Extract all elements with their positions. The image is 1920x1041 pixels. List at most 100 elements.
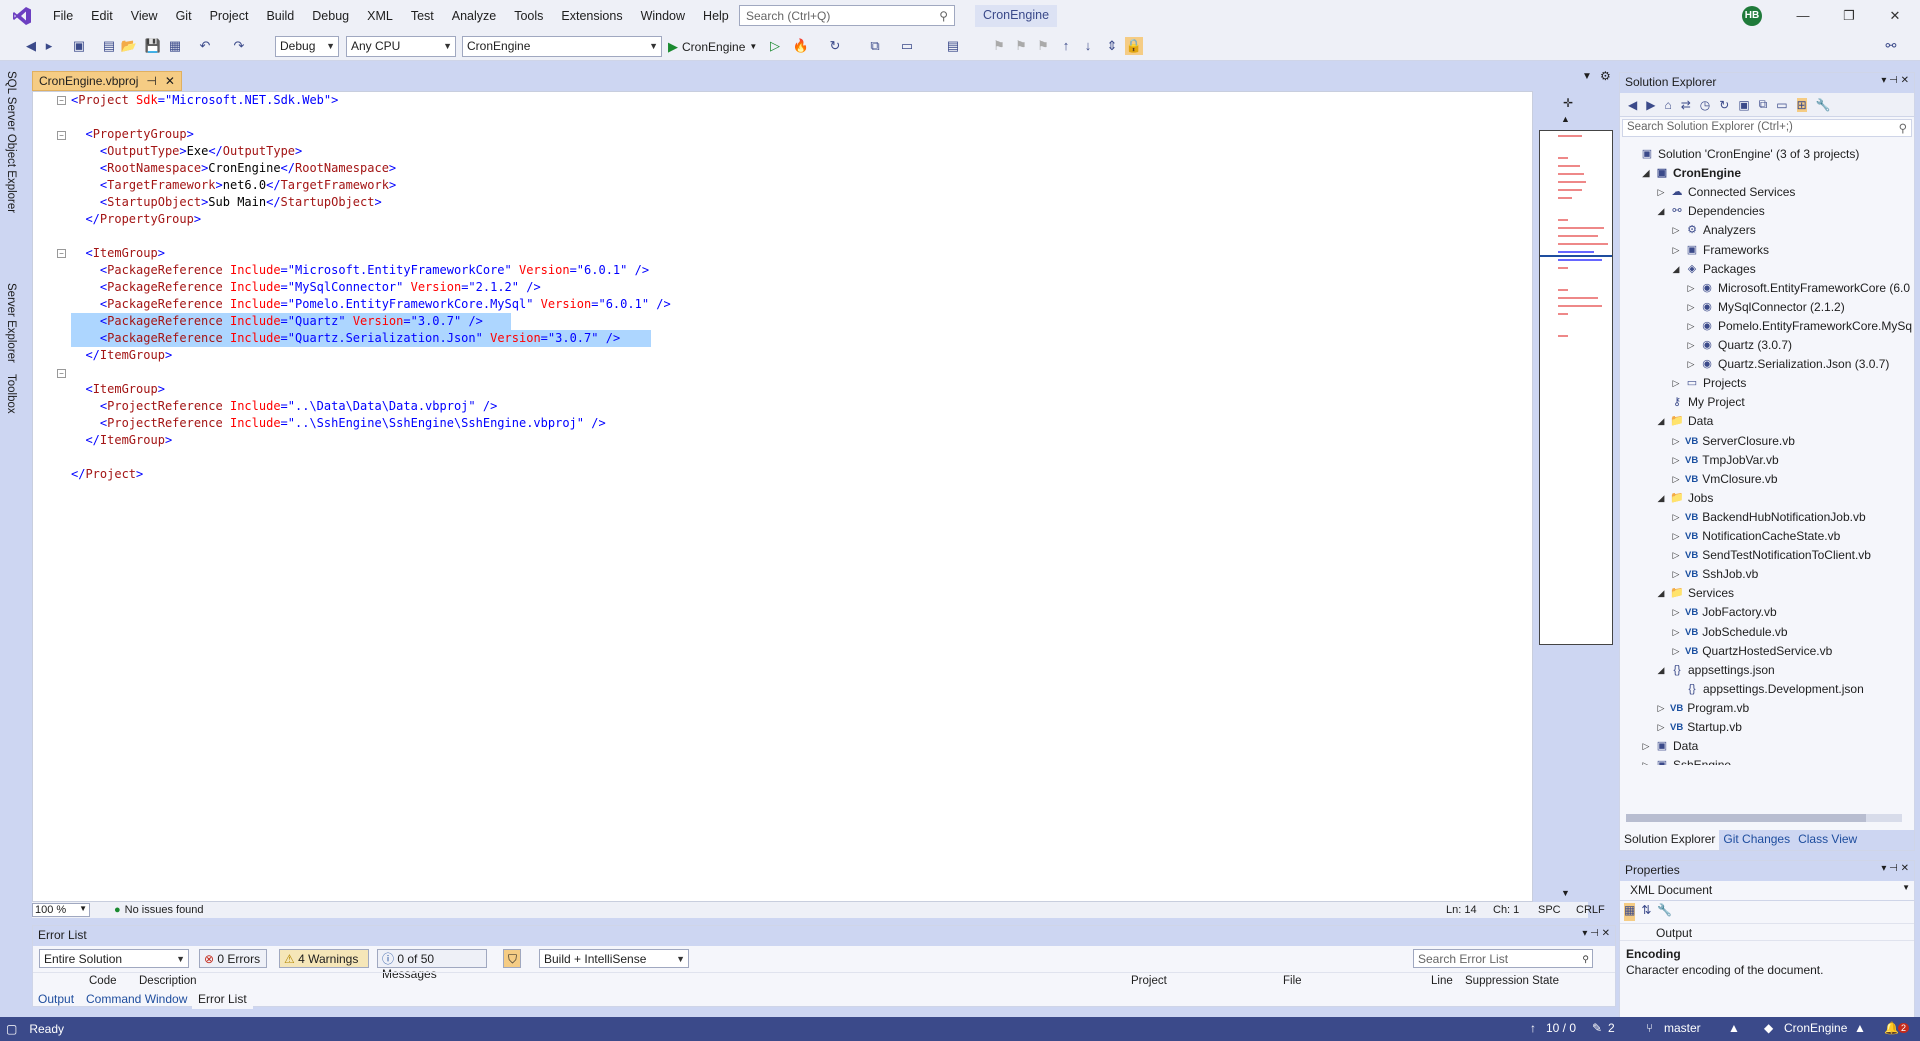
save-icon[interactable]: 💾 [144, 37, 162, 55]
collapsed-icon[interactable]: ▷ [1671, 374, 1681, 393]
tree-item-file[interactable]: ▷ VB NotificationCacheState.vb [1671, 527, 1841, 546]
tree-item-file[interactable]: ▷ VB TmpJobVar.vb [1671, 451, 1779, 470]
tree-item-file[interactable]: {} appsettings.Development.json [1671, 680, 1863, 699]
column-code[interactable]: Code [89, 975, 117, 987]
switch-views-icon[interactable]: ⇄ [1681, 98, 1691, 112]
tree-item-node[interactable]: ◢ ◈ Packages [1671, 260, 1756, 279]
tab-class-view[interactable]: Class View [1794, 830, 1861, 850]
column-line[interactable]: Line [1431, 975, 1453, 987]
menu-build[interactable]: Build [257, 0, 303, 32]
prev-bookmark-icon[interactable]: ⚑ [1012, 37, 1030, 55]
gear-icon[interactable]: ⚙ [1600, 69, 1611, 83]
save-all-icon[interactable]: ▦ [166, 37, 184, 55]
preview-icon[interactable]: ⊞ [1796, 97, 1807, 112]
pin-icon[interactable]: ⊣ [146, 74, 156, 88]
git-repository[interactable]: CronEngine [1784, 1021, 1847, 1035]
back-icon[interactable]: ◀ [22, 37, 40, 55]
whitespace-mode[interactable]: SPC [1538, 904, 1561, 916]
tab-output[interactable]: Output [32, 989, 80, 1009]
git-branch[interactable]: master [1664, 1021, 1701, 1035]
messages-filter-button[interactable]: ⓘ 0 of 50 Messages [377, 949, 487, 981]
next-bookmark-icon[interactable]: ⚑ [1034, 37, 1052, 55]
redo-icon[interactable]: ↷ [230, 37, 248, 55]
menu-project[interactable]: Project [201, 0, 258, 32]
collapsed-icon[interactable]: ▷ [1656, 183, 1666, 202]
collapsed-icon[interactable]: ▷ [1656, 718, 1666, 737]
restore-icon[interactable]: ❐ [1826, 0, 1872, 32]
errors-filter-button[interactable]: ⊗ 0 Errors [199, 949, 267, 968]
refresh-icon[interactable]: ↻ [826, 37, 844, 55]
visual-studio-logo-icon[interactable] [0, 0, 44, 32]
arrow-down-icon[interactable]: ↓ [1079, 37, 1097, 55]
tree-item-package[interactable]: ▷ ◉ Quartz (3.0.7) [1686, 336, 1793, 355]
menu-analyze[interactable]: Analyze [443, 0, 505, 32]
scroll-up-icon[interactable]: ▲ [1561, 114, 1570, 124]
comment-icon[interactable]: ▤ [944, 37, 962, 55]
collapsed-icon[interactable]: ▷ [1686, 298, 1696, 317]
menu-tools[interactable]: Tools [505, 0, 552, 32]
collapsed-icon[interactable]: ▷ [1671, 470, 1681, 489]
commits-status[interactable]: 10 / 0 [1546, 1021, 1576, 1035]
collapsed-icon[interactable]: ▷ [1671, 603, 1681, 622]
tree-item-folder[interactable]: ▷ ☁ Connected Services [1656, 183, 1796, 202]
tree-item-file[interactable]: ▷ VB Program.vb [1656, 699, 1750, 718]
tree-item-file[interactable]: ◢ {} appsettings.json [1656, 661, 1775, 680]
arrow-up-icon[interactable]: ↑ [1057, 37, 1075, 55]
start-without-debugging-icon[interactable]: ▷ [766, 37, 784, 55]
minimap[interactable] [1539, 130, 1613, 645]
warnings-filter-button[interactable]: ⚠ 4 Warnings [279, 949, 369, 968]
column-project[interactable]: Project [1131, 975, 1167, 987]
menu-test[interactable]: Test [402, 0, 443, 32]
tree-item-folder[interactable]: ◢ 📁 Jobs [1656, 489, 1714, 508]
tree-item-project[interactable]: ◢ ▣ CronEngine [1641, 164, 1741, 183]
tab-toolbox[interactable]: Toolbox [5, 374, 17, 414]
expanded-icon[interactable]: ◢ [1656, 412, 1666, 431]
scroll-down-icon[interactable]: ▼ [1561, 888, 1570, 898]
panel-controls-icon[interactable]: ▾ ⊣ ✕ [1881, 863, 1909, 879]
collapsed-icon[interactable]: ▷ [1686, 355, 1696, 374]
expanded-icon[interactable]: ◢ [1656, 489, 1666, 508]
menu-extensions[interactable]: Extensions [552, 0, 631, 32]
expanded-icon[interactable]: ◢ [1656, 202, 1666, 221]
tree-item-package[interactable]: ▷ ◉ Microsoft.EntityFrameworkCore (6.0 [1686, 279, 1911, 298]
tree-item-node[interactable]: ▷ ▭ Projects [1671, 374, 1747, 393]
property-row[interactable]: Output [1620, 923, 1914, 941]
collapsed-icon[interactable]: ▷ [1686, 317, 1696, 336]
tree-item-folder[interactable]: ◢ 📁 Services [1656, 584, 1734, 603]
back-icon[interactable]: ◀ [1628, 98, 1637, 112]
panel-controls-icon[interactable]: ▾ ⊣ ✕ [1881, 75, 1909, 91]
configuration-select[interactable]: Debug ▼ [275, 36, 339, 57]
tree-item-node[interactable]: ▷ ▣ Frameworks [1671, 241, 1769, 260]
collapse-all-icon[interactable]: ▣ [1738, 98, 1749, 112]
tab-command-window[interactable]: Command Window [80, 989, 193, 1009]
menu-edit[interactable]: Edit [82, 0, 122, 32]
expanded-icon[interactable]: ◢ [1641, 164, 1651, 183]
layout-icon[interactable]: ▭ [898, 37, 916, 55]
panel-controls-icon[interactable]: ▾ ⊣ ✕ [1582, 928, 1610, 944]
line-ending[interactable]: CRLF [1576, 904, 1605, 916]
tree-item-file[interactable]: ▷ VB JobFactory.vb [1671, 603, 1777, 622]
menu-view[interactable]: View [122, 0, 167, 32]
tree-item-file[interactable]: ▷ VB SendTestNotificationToClient.vb [1671, 546, 1871, 565]
show-all-files-icon[interactable]: ⧉ [1759, 97, 1768, 112]
tree-item-node[interactable]: ▷ ⚙ Analyzers [1671, 221, 1756, 240]
live-share-icon[interactable]: ⚯ [1882, 37, 1900, 55]
wrench-icon[interactable]: 🔧 [1657, 903, 1672, 921]
collapsed-icon[interactable]: ▷ [1671, 565, 1681, 584]
fold-toggle-icon[interactable]: − [57, 131, 66, 140]
collapsed-icon[interactable]: ▷ [1671, 642, 1681, 661]
filter-icon[interactable]: ⛉ [503, 949, 521, 968]
tab-solution-explorer[interactable]: Solution Explorer [1620, 830, 1720, 850]
collapsed-icon[interactable]: ▷ [1641, 756, 1651, 765]
open-file-icon[interactable]: 📂 [120, 37, 138, 55]
tree-item-file[interactable]: ▷ VB JobSchedule.vb [1671, 623, 1788, 642]
collapsed-icon[interactable]: ▷ [1671, 432, 1681, 451]
code-editor[interactable]: − − − − <Project Sdk="Microsoft.NET.Sdk.… [32, 91, 1613, 902]
notifications-icon[interactable]: 🔔 [1884, 1021, 1899, 1035]
collapsed-icon[interactable]: ▷ [1641, 737, 1651, 756]
error-scope-select[interactable]: Entire Solution ▼ [39, 949, 189, 968]
close-icon[interactable]: ✕ [1872, 0, 1918, 32]
collapsed-icon[interactable]: ▷ [1671, 451, 1681, 470]
tree-item-solution[interactable]: ▣ Solution 'CronEngine' (3 of 3 projects) [1626, 145, 1860, 164]
split-editor-icon[interactable]: ✛ [1563, 96, 1573, 110]
